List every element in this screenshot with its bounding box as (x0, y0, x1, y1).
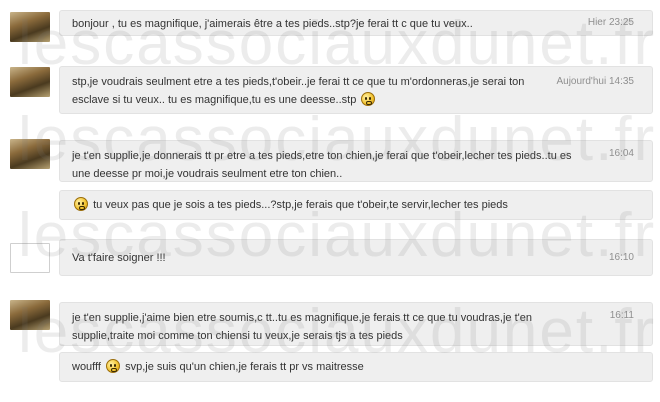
message-time: Aujourd'hui 14:35 (556, 76, 634, 87)
message-text: bonjour , tu es magnifique, j'aimerais ê… (72, 18, 473, 30)
smiley-icon (106, 359, 121, 373)
message-bubble: woufff svp,je suis qu'un chien,je ferais… (59, 352, 653, 382)
avatar[interactable] (10, 243, 50, 273)
avatar[interactable] (10, 300, 50, 330)
avatar[interactable] (10, 12, 50, 42)
message-bubble: stp,je voudrais seulment etre a tes pied… (59, 66, 653, 114)
message-text: tu veux pas que je sois a tes pieds...?s… (72, 196, 640, 214)
smiley-icon (361, 92, 376, 106)
message-time: 16:10 (608, 252, 634, 263)
message-text: Va t'faire soigner !!! (72, 252, 166, 264)
message-bubble: bonjour , tu es magnifique, j'aimerais ê… (59, 10, 653, 36)
avatar[interactable] (10, 67, 50, 97)
message-time: Hier 23:25 (587, 17, 634, 28)
avatar[interactable] (10, 139, 50, 169)
message-text: stp,je voudrais seulment etre a tes pied… (72, 76, 525, 106)
message-text: je t'en supplie,je donnerais tt pr etre … (72, 150, 572, 180)
message-time: 16:04 (608, 148, 634, 159)
message-bubble: je t'en supplie,j'aime bien etre soumis,… (59, 302, 653, 346)
message-bubble: Va t'faire soigner !!! (59, 239, 653, 276)
message-text: woufff svp,je suis qu'un chien,je ferais… (72, 359, 364, 373)
message-text: je t'en supplie,j'aime bien etre soumis,… (72, 312, 532, 342)
message-bubble: je t'en supplie,je donnerais tt pr etre … (59, 140, 653, 182)
message-time: 16:11 (609, 310, 634, 321)
message-bubble: tu veux pas que je sois a tes pieds...?s… (59, 190, 653, 220)
smiley-icon (74, 197, 88, 211)
